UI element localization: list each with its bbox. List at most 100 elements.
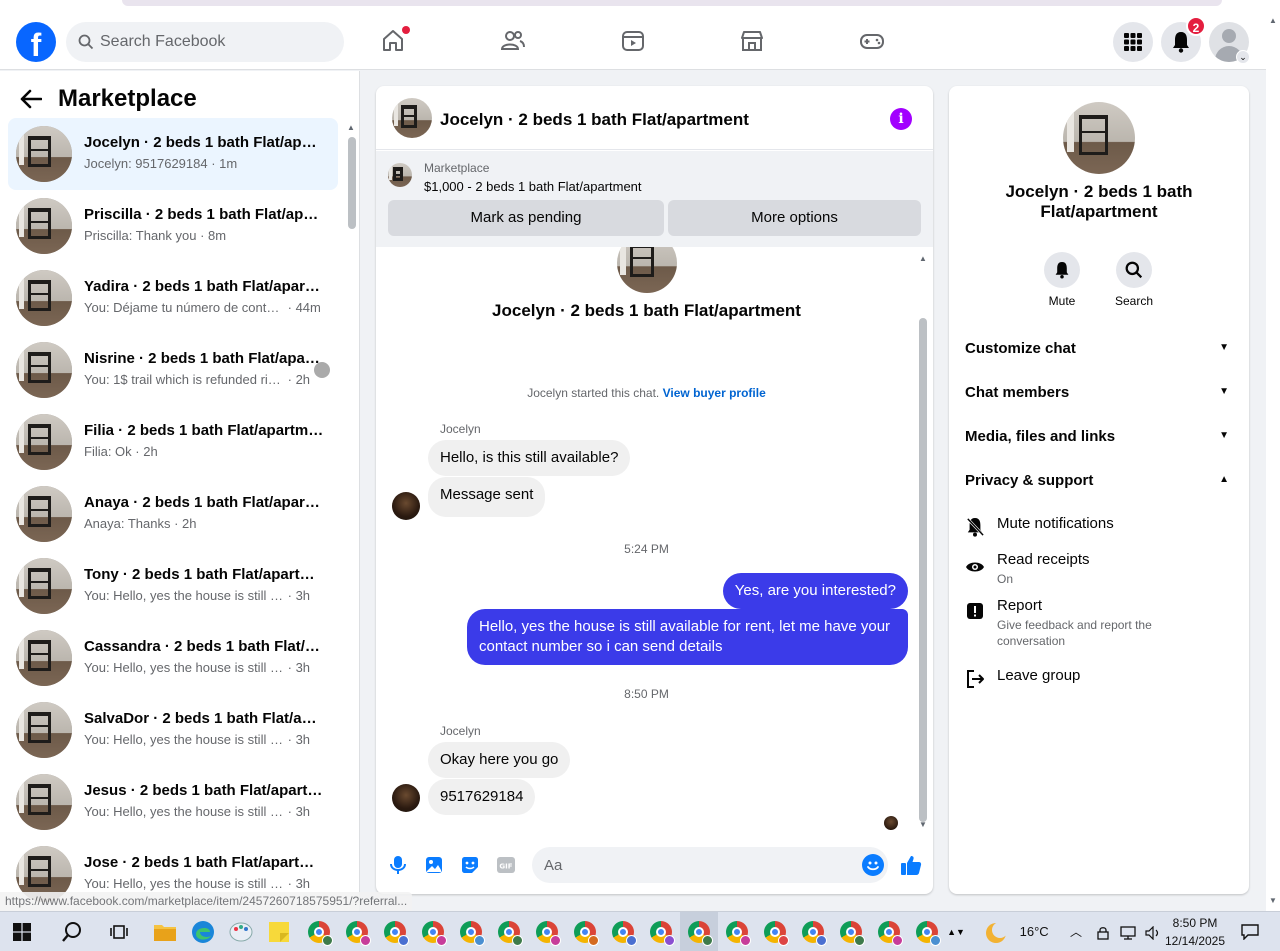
chrome-window-button[interactable]: [343, 918, 371, 946]
mark-pending-button[interactable]: Mark as pending: [388, 200, 664, 236]
conversation-item[interactable]: Cassandra · 2 beds 1 bath Flat/apartment…: [8, 622, 338, 694]
paint-app-button[interactable]: [227, 918, 255, 946]
facebook-logo[interactable]: f: [16, 22, 56, 62]
info-icon[interactable]: i: [890, 108, 912, 130]
network-icon[interactable]: [1119, 925, 1136, 940]
menu-button[interactable]: [1113, 22, 1153, 62]
voice-clip-button[interactable]: [387, 854, 409, 876]
media-files-section[interactable]: Media, files and links ▼: [965, 428, 1233, 452]
emoji-icon[interactable]: [862, 854, 884, 876]
view-buyer-profile-link[interactable]: View buyer profile: [663, 386, 766, 400]
page-scrollbar[interactable]: ▲ ▼: [1266, 12, 1280, 911]
sender-avatar[interactable]: [392, 492, 420, 520]
task-view-button[interactable]: [105, 918, 133, 946]
sticker-button[interactable]: [459, 854, 481, 876]
notification-center-button[interactable]: [1236, 918, 1264, 946]
edge-browser-button[interactable]: [189, 918, 217, 946]
file-explorer-button[interactable]: [151, 918, 179, 946]
conversation-item[interactable]: Jesus · 2 beds 1 bath Flat/apartment You:…: [8, 766, 338, 838]
read-receipts-item[interactable]: Read receipts On: [965, 551, 1233, 591]
conversation-item[interactable]: Yadira · 2 beds 1 bath Flat/apartment You…: [8, 262, 338, 334]
attach-photo-button[interactable]: [423, 854, 445, 876]
chrome-window-button[interactable]: [495, 918, 523, 946]
more-options-button[interactable]: More options: [668, 200, 921, 236]
chrome-window-button[interactable]: [419, 918, 447, 946]
chrome-window-button[interactable]: [913, 918, 941, 946]
mute-notifications-item[interactable]: Mute notifications: [965, 515, 1233, 539]
home-nav[interactable]: [376, 24, 410, 58]
sticker-icon: [462, 857, 478, 873]
volume-icon[interactable]: [1145, 925, 1161, 941]
message-input[interactable]: [544, 847, 844, 883]
show-hidden-icons[interactable]: ︿: [1070, 912, 1082, 951]
search-input[interactable]: [100, 22, 330, 62]
conversation-item[interactable]: Anaya · 2 beds 1 bath Flat/apartment Anay…: [8, 478, 338, 550]
chrome-window-button[interactable]: [723, 918, 751, 946]
search-icon: [62, 922, 81, 942]
weather-widget[interactable]: 16°C: [984, 912, 1049, 951]
report-icon: [967, 603, 983, 619]
search-box[interactable]: [66, 22, 344, 62]
video-nav[interactable]: [616, 24, 650, 58]
conversation-snippet: You: Déjame tu número de contacto · 44m: [84, 300, 321, 315]
outgoing-message[interactable]: Yes, are you interested?: [722, 573, 908, 609]
sidebar-scrollbar[interactable]: ▲: [344, 121, 356, 911]
browser-tab-strip: [0, 0, 1280, 12]
chat-title[interactable]: Jocelyn · 2 beds 1 bath Flat/apartment: [440, 110, 749, 130]
listing-mini-thumbnail[interactable]: [388, 163, 412, 187]
top-navigation-bar: f 2 ⌄: [0, 12, 1266, 70]
back-arrow-icon[interactable]: [20, 89, 42, 109]
incoming-message[interactable]: Hello, is this still available?: [428, 440, 631, 476]
chrome-window-button[interactable]: [837, 918, 865, 946]
chevron-down-icon[interactable]: ⌄: [1236, 50, 1250, 64]
chrome-window-button[interactable]: [875, 918, 903, 946]
details-thumbnail[interactable]: [1063, 102, 1135, 174]
listing-value[interactable]: $1,000 - 2 beds 1 bath Flat/apartment: [424, 179, 642, 194]
conversation-item[interactable]: Jocelyn · 2 beds 1 bath Flat/apartment Jo…: [8, 118, 338, 190]
incoming-message[interactable]: Message sent: [428, 477, 546, 517]
report-item[interactable]: Report Give feedback and report the conv…: [965, 597, 1233, 651]
chrome-window-button[interactable]: [761, 918, 789, 946]
profile-badge: [740, 935, 751, 946]
conversation-item[interactable]: SalvaDor · 2 beds 1 bath Flat/apartment Y…: [8, 694, 338, 766]
sticky-notes-button[interactable]: [265, 918, 293, 946]
conversation-item[interactable]: Nisrine · 2 beds 1 bath Flat/apartment Yo…: [8, 334, 338, 406]
gaming-nav[interactable]: [855, 24, 889, 58]
friends-nav[interactable]: [496, 24, 530, 58]
chat-scrollbar[interactable]: ▲ ▼: [916, 254, 930, 832]
chat-members-section[interactable]: Chat members ▼: [965, 384, 1233, 408]
like-button[interactable]: [899, 854, 923, 876]
incoming-message[interactable]: Okay here you go: [428, 742, 571, 778]
listing-thumbnail[interactable]: [392, 98, 432, 138]
message-input-box[interactable]: [532, 847, 888, 883]
marketplace-nav[interactable]: [735, 24, 769, 58]
page-title: Marketplace: [58, 85, 197, 112]
listing-thumbnail: [16, 198, 72, 254]
mute-action[interactable]: Mute: [1032, 252, 1092, 308]
chrome-window-button[interactable]: [799, 918, 827, 946]
sender-avatar[interactable]: [392, 784, 420, 812]
incoming-message[interactable]: 9517629184: [428, 779, 536, 815]
privacy-support-section[interactable]: Privacy & support ▲: [965, 472, 1233, 496]
conversation-item[interactable]: Tony · 2 beds 1 bath Flat/apartment You: …: [8, 550, 338, 622]
outgoing-message[interactable]: Hello, yes the house is still available …: [467, 609, 908, 665]
chrome-window-button[interactable]: [609, 918, 637, 946]
customize-chat-section[interactable]: Customize chat ▼: [965, 340, 1233, 364]
chrome-window-button[interactable]: [457, 918, 485, 946]
system-clock[interactable]: 8:50 PM 12/14/2025: [1162, 914, 1228, 950]
search-action[interactable]: Search: [1104, 252, 1164, 308]
conversation-item[interactable]: Priscilla · 2 beds 1 bath Flat/apartment…: [8, 190, 338, 262]
start-button[interactable]: [8, 918, 36, 946]
chrome-window-button[interactable]: [533, 918, 561, 946]
chrome-window-button[interactable]: [647, 918, 675, 946]
taskbar-search-button[interactable]: [58, 918, 86, 946]
taskbar-overflow[interactable]: ▲▼: [947, 918, 965, 946]
chrome-window-button[interactable]: [305, 918, 333, 946]
chrome-window-button[interactable]: [571, 918, 599, 946]
vpn-icon[interactable]: [1096, 926, 1110, 940]
leave-group-item[interactable]: Leave group: [965, 667, 1233, 691]
conversation-item[interactable]: Filia · 2 beds 1 bath Flat/apartment Fili…: [8, 406, 338, 478]
gif-button[interactable]: GIF: [495, 854, 517, 876]
chrome-window-button[interactable]: [381, 918, 409, 946]
chrome-window-button[interactable]: [685, 918, 713, 946]
